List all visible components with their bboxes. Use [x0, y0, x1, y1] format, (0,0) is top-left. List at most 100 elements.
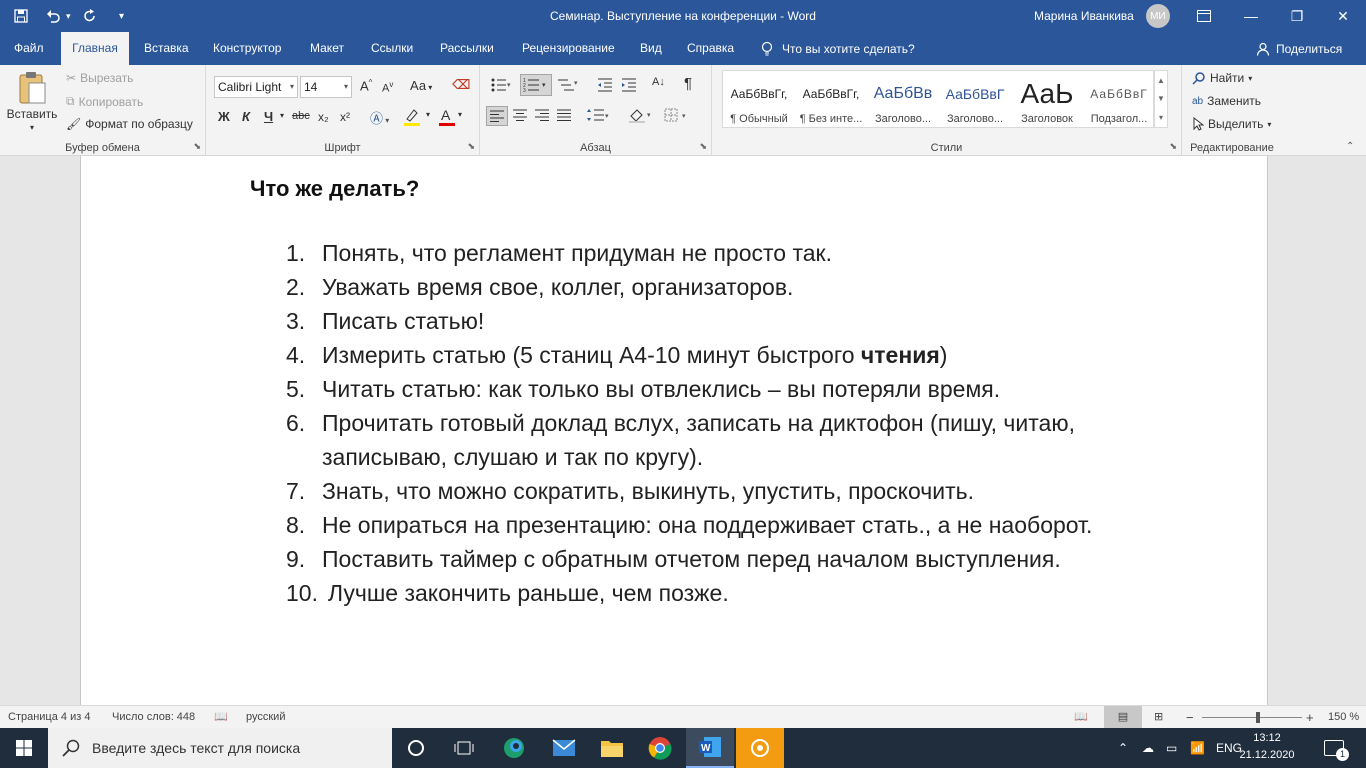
document-page[interactable]: Что же делать? 1. Понять, что регламент п… [80, 156, 1268, 705]
align-left-button[interactable] [486, 106, 508, 126]
replace-button[interactable]: ab Заменить [1192, 94, 1261, 108]
ribbon-display-options-icon[interactable] [1190, 0, 1218, 32]
redo-icon[interactable] [77, 3, 103, 29]
justify-button[interactable] [556, 108, 572, 122]
align-right-button[interactable] [534, 108, 550, 122]
tell-me-box[interactable]: Что вы хотите сделать? [760, 32, 915, 65]
numbering-button[interactable]: 1 2 3 ▾ [520, 74, 552, 96]
network-icon[interactable]: 📶 [1190, 728, 1205, 768]
onedrive-icon[interactable]: ☁ [1142, 728, 1154, 768]
minimize-icon[interactable]: — [1228, 0, 1274, 32]
style-subtitle[interactable]: АаБбВвГ Подзагол... [1083, 71, 1155, 129]
paste-button[interactable]: Вставить ▾ [6, 71, 58, 132]
tab-insert[interactable]: Вставка [136, 32, 197, 65]
underline-button[interactable]: Ч [264, 109, 273, 124]
style-normal[interactable]: АаБбВвГг, ¶ Обычный [723, 71, 795, 129]
strikethrough-button[interactable]: abc [292, 110, 310, 122]
style-heading1[interactable]: АаБбВв Заголово... [867, 71, 939, 129]
format-painter-button[interactable]: 🖌 Формат по образцу [66, 117, 193, 131]
tab-design[interactable]: Конструктор [205, 32, 289, 65]
styles-launcher-icon[interactable]: ⬊ [1169, 141, 1177, 152]
sort-icon[interactable]: A↓ [652, 76, 665, 88]
app-icon[interactable] [736, 728, 784, 768]
superscript-button[interactable]: x² [340, 110, 350, 124]
chevron-down-icon[interactable]: ▼ [1157, 94, 1165, 103]
proofing-icon[interactable]: 📖 [214, 706, 228, 729]
collapse-ribbon-icon[interactable]: ⌃ [1346, 141, 1354, 152]
windows-start-icon[interactable] [0, 728, 48, 768]
zoom-in-button[interactable]: + [1306, 706, 1314, 729]
bullets-button[interactable]: ▾ [490, 77, 512, 93]
align-center-button[interactable] [512, 108, 528, 122]
mail-icon[interactable] [540, 728, 588, 768]
paragraph-launcher-icon[interactable]: ⬊ [699, 141, 707, 152]
edge-icon[interactable] [490, 728, 538, 768]
font-name-box[interactable]: Calibri Light ▾ [214, 76, 298, 98]
zoom-level[interactable]: 150 % [1328, 706, 1359, 729]
tab-file[interactable]: Файл [6, 32, 52, 65]
more-icon[interactable]: ▾ [1159, 113, 1163, 122]
zoom-out-button[interactable]: − [1186, 706, 1194, 729]
highlight-dropdown-icon[interactable]: ▾ [426, 110, 430, 119]
undo-icon[interactable] [40, 3, 66, 29]
clipboard-launcher-icon[interactable]: ⬊ [193, 141, 201, 152]
font-color-dropdown-icon[interactable]: ▾ [458, 110, 462, 119]
tab-help[interactable]: Справка [679, 32, 742, 65]
highlight-icon[interactable] [402, 107, 422, 130]
taskbar-search[interactable]: Введите здесь текст для поиска [48, 728, 392, 768]
bold-button[interactable]: Ж [218, 109, 230, 124]
web-layout-icon[interactable]: ⊞ [1154, 706, 1163, 729]
select-button[interactable]: Выделить ▾ [1192, 117, 1271, 131]
find-button[interactable]: Найти ▾ [1192, 71, 1252, 85]
read-mode-icon[interactable]: 📖 [1074, 706, 1088, 729]
decrease-indent-icon[interactable] [596, 77, 614, 93]
subscript-button[interactable]: x₂ [318, 110, 329, 124]
clear-formatting-icon[interactable]: ⌫ [452, 77, 470, 93]
clock[interactable]: 13:12 21.12.2020 [1232, 730, 1302, 764]
tab-home[interactable]: Главная [61, 32, 129, 65]
text-effects-icon[interactable]: Ⓐ ▾ [370, 108, 389, 127]
show-formatting-button[interactable]: ¶ [684, 75, 692, 92]
tab-review[interactable]: Рецензирование [514, 32, 623, 65]
save-icon[interactable] [8, 3, 34, 29]
copy-button[interactable]: ⧉ Копировать [66, 94, 143, 109]
undo-dropdown-icon[interactable]: ▾ [66, 11, 71, 22]
shrink-font-button[interactable]: Av [382, 80, 393, 95]
share-button[interactable]: Поделиться [1256, 32, 1342, 65]
zoom-slider[interactable] [1202, 717, 1302, 718]
style-heading2[interactable]: АаБбВвГ Заголово... [939, 71, 1011, 129]
font-color-icon[interactable]: A [438, 107, 456, 130]
show-hidden-icons[interactable]: ⌃ [1118, 728, 1128, 768]
cortana-icon[interactable] [392, 728, 440, 768]
multilevel-list-button[interactable]: ▾ [556, 77, 580, 93]
user-account[interactable]: Марина Иванкива МИ [1034, 0, 1170, 32]
tab-mailings[interactable]: Рассылки [432, 32, 502, 65]
battery-icon[interactable]: ▭ [1166, 728, 1177, 768]
notification-icon[interactable]: 1 [1324, 728, 1349, 768]
underline-dropdown-icon[interactable]: ▾ [280, 111, 284, 120]
shading-icon[interactable]: ▾ [628, 107, 654, 123]
close-icon[interactable]: ✕ [1320, 0, 1366, 32]
borders-icon[interactable]: ▾ [664, 108, 690, 122]
customize-qat-icon[interactable]: ▾ [109, 3, 135, 29]
print-layout-icon[interactable]: ▤ [1104, 706, 1142, 729]
font-launcher-icon[interactable]: ⬊ [467, 141, 475, 152]
style-title[interactable]: АаЬ Заголовок [1011, 71, 1083, 129]
restore-icon[interactable]: ❐ [1274, 0, 1320, 32]
page-count[interactable]: Страница 4 из 4 [8, 706, 90, 729]
change-case-button[interactable]: Аа ▾ [410, 78, 432, 93]
tab-references[interactable]: Ссылки [363, 32, 421, 65]
line-spacing-icon[interactable]: ▾ [586, 108, 610, 122]
italic-button[interactable]: К [242, 109, 250, 124]
file-explorer-icon[interactable] [588, 728, 636, 768]
language[interactable]: русский [246, 706, 285, 729]
word-count[interactable]: Число слов: 448 [112, 706, 195, 729]
tab-layout[interactable]: Макет [302, 32, 352, 65]
chrome-icon[interactable] [636, 728, 684, 768]
increase-indent-icon[interactable] [620, 77, 638, 93]
styles-scrollbar[interactable]: ▲ ▼ ▾ [1154, 70, 1168, 128]
grow-font-button[interactable]: A^ [360, 78, 372, 93]
font-size-box[interactable]: 14 ▾ [300, 76, 352, 98]
style-no-spacing[interactable]: АаБбВвГг, ¶ Без инте... [795, 71, 867, 129]
chevron-up-icon[interactable]: ▲ [1157, 76, 1165, 85]
